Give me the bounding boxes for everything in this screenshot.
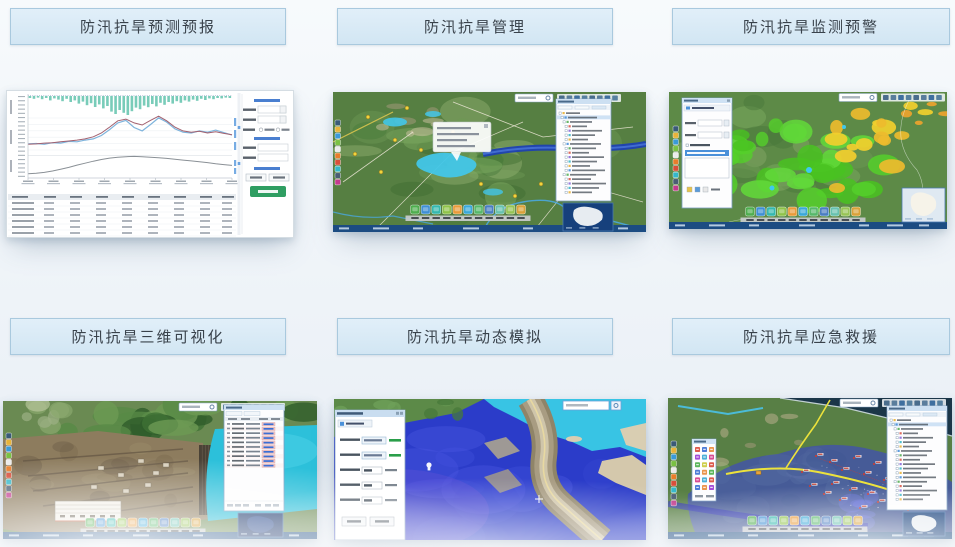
query-submit-button bbox=[250, 186, 286, 197]
symbol-palette-panel bbox=[692, 439, 716, 501]
simulation-scene-image bbox=[334, 399, 646, 540]
feature-title-management[interactable]: 防汛抗旱管理 bbox=[337, 8, 613, 45]
three-d-scene-image bbox=[3, 401, 317, 539]
overview-minimap bbox=[903, 512, 945, 536]
feature-title-forecast[interactable]: 防汛抗旱预测预报 bbox=[10, 8, 286, 45]
breach-simulation-dialog bbox=[335, 410, 405, 540]
layer-tree-panel bbox=[556, 99, 611, 201]
feature-title-simulation[interactable]: 防汛抗旱动态模拟 bbox=[337, 318, 613, 355]
layer-tree-panel bbox=[887, 406, 947, 510]
scene-list-panel bbox=[224, 405, 284, 511]
monitoring-map-image bbox=[669, 92, 947, 229]
feature-screenshot-monitoring[interactable] bbox=[669, 92, 947, 229]
feature-title-label: 防汛抗旱管理 bbox=[424, 16, 526, 37]
app-dock bbox=[743, 516, 868, 532]
feature-title-rescue[interactable]: 防汛抗旱应急救援 bbox=[672, 318, 950, 355]
status-bar bbox=[669, 222, 947, 229]
app-dock bbox=[741, 207, 866, 223]
feature-screenshot-forecast[interactable] bbox=[6, 90, 294, 238]
feature-screenshot-visualization[interactable] bbox=[3, 401, 317, 539]
product-overview-page: 防汛抗旱预测预报 防汛抗旱管理 防汛抗旱监测预警 防汛抗旱三维可视化 防汛抗旱动… bbox=[0, 0, 955, 547]
feature-screenshot-rescue[interactable] bbox=[668, 398, 952, 539]
app-dock bbox=[406, 205, 531, 221]
overview-minimap bbox=[902, 188, 945, 222]
feature-title-label: 防汛抗旱三维可视化 bbox=[71, 326, 224, 347]
feature-title-label: 防汛抗旱应急救援 bbox=[743, 326, 879, 347]
map-toolbar-top bbox=[839, 94, 945, 102]
forecast-dashboard-image bbox=[6, 90, 294, 238]
app-dock bbox=[81, 518, 206, 534]
feature-screenshot-simulation[interactable] bbox=[334, 399, 646, 540]
monitoring-query-panel bbox=[682, 98, 732, 208]
feature-title-label: 防汛抗旱监测预警 bbox=[743, 16, 879, 37]
overview-minimap bbox=[238, 513, 283, 537]
search-box bbox=[563, 401, 621, 410]
feature-screenshot-management[interactable] bbox=[333, 92, 646, 232]
management-map-image bbox=[333, 92, 646, 232]
feature-title-visualization[interactable]: 防汛抗旱三维可视化 bbox=[10, 318, 286, 355]
feature-title-monitoring[interactable]: 防汛抗旱监测预警 bbox=[672, 8, 950, 45]
rescue-map-image bbox=[668, 398, 952, 539]
feature-title-label: 防汛抗旱预测预报 bbox=[80, 16, 216, 37]
overview-minimap bbox=[563, 203, 613, 231]
feature-title-label: 防汛抗旱动态模拟 bbox=[407, 326, 543, 347]
